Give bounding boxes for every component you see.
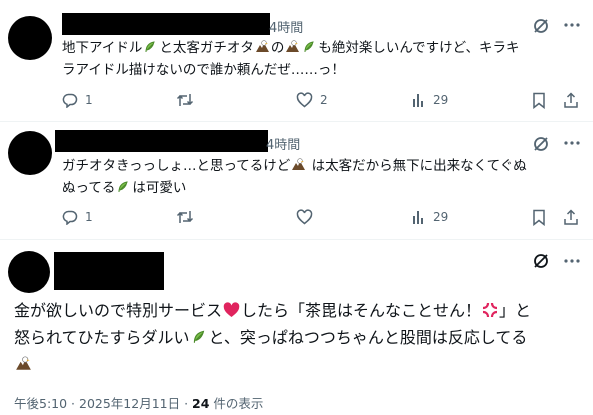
views-icon: [413, 211, 423, 224]
sprout-emoji: [143, 39, 158, 61]
sprout-emoji: [191, 327, 208, 352]
reply-text-line2: ラアイドル描けないので誰か頼んだぜ……っ！: [62, 62, 345, 78]
post-time[interactable]: 4時間: [269, 17, 303, 36]
post-time[interactable]: 4時間: [266, 134, 300, 153]
post-footer: 午後5:10 · 2025年12月11日 · 24 件の表示: [14, 393, 263, 412]
reply-tweet-1[interactable]: 4時間 地下アイドル と太客ガチオタのも絶対楽しいんですけど、キラキ ラアイドル描…: [0, 0, 593, 120]
reply-button[interactable]: 1: [62, 92, 93, 108]
share-button[interactable]: [563, 209, 579, 226]
views-count: 24: [192, 396, 210, 411]
more-icon[interactable]: [564, 258, 580, 264]
anger-emoji: [482, 300, 498, 325]
share-icon: [564, 209, 578, 225]
avatar[interactable]: [8, 16, 52, 60]
retweet-button[interactable]: [176, 92, 194, 108]
bookmark-button[interactable]: [532, 92, 546, 109]
redacted-username: [55, 130, 268, 152]
share-icon: [564, 92, 578, 108]
reply-count: 1: [85, 210, 93, 224]
views-button[interactable]: 29: [412, 209, 448, 225]
eagle-emoji: [285, 39, 300, 61]
main-post-line2: 怒られてひたすらダルい と、突っぱねつつちゃんと股間は反応してる: [14, 325, 589, 352]
reply-text-line1: 地下アイドル と太客ガチオタのも絶対楽しいんですけど、キラキ: [62, 37, 519, 61]
reply-tweet-2[interactable]: 4時間 ガチオタきっっしょ…と思ってるけど は太客だから無下に出来なくてぐぬ ぬ…: [0, 122, 593, 240]
reply-icon: [62, 210, 78, 225]
retweet-icon: [176, 211, 194, 223]
redacted-username: [62, 13, 270, 35]
grok-icon[interactable]: [532, 17, 550, 35]
views-icon: [413, 94, 423, 107]
reply-text-line2: ぬってる は可愛い: [62, 177, 186, 201]
like-icon: [296, 92, 313, 108]
reply-text-line1: ガチオタきっっしょ…と思ってるけど は太客だから無下に出来なくてぐぬ: [62, 155, 527, 179]
eagle-emoji: [291, 157, 306, 179]
grok-icon[interactable]: [532, 135, 550, 153]
view-count: 29: [433, 93, 449, 107]
grok-icon[interactable]: [532, 252, 550, 270]
like-icon: [296, 209, 313, 225]
avatar[interactable]: [8, 251, 50, 293]
more-icon[interactable]: [564, 140, 580, 146]
retweet-icon: [176, 94, 194, 106]
view-count: 29: [433, 210, 449, 224]
main-post-text: 金が欲しいので特別サービス したら「茶毘はそんなことせん！ 」と 怒られてひたすらダ…: [14, 298, 589, 379]
reply-button[interactable]: 1: [62, 209, 93, 225]
like-button[interactable]: 2: [296, 92, 328, 108]
redacted-username: [54, 252, 164, 290]
main-post-line3: [14, 352, 589, 379]
eagle-emoji: [15, 354, 32, 379]
reply-count: 1: [85, 93, 93, 107]
bookmark-icon: [533, 92, 545, 109]
views-label: 件の表示: [209, 396, 264, 411]
heart-emoji: [223, 300, 240, 325]
post-timestamp[interactable]: 午後5:10 · 2025年12月11日 ·: [14, 396, 192, 411]
retweet-button[interactable]: [176, 209, 194, 225]
main-post-line1: 金が欲しいので特別サービス したら「茶毘はそんなことせん！ 」と: [14, 298, 589, 325]
bookmark-icon: [533, 209, 545, 226]
like-count: 2: [320, 93, 328, 107]
more-icon[interactable]: [564, 22, 580, 28]
avatar[interactable]: [8, 131, 52, 175]
eagle-emoji: [255, 39, 270, 61]
sprout-emoji: [302, 39, 317, 61]
sprout-emoji: [116, 179, 131, 201]
like-button[interactable]: [296, 209, 313, 225]
bookmark-button[interactable]: [532, 209, 546, 226]
share-button[interactable]: [563, 92, 579, 109]
views-button[interactable]: 29: [412, 92, 448, 108]
reply-icon: [62, 93, 78, 108]
